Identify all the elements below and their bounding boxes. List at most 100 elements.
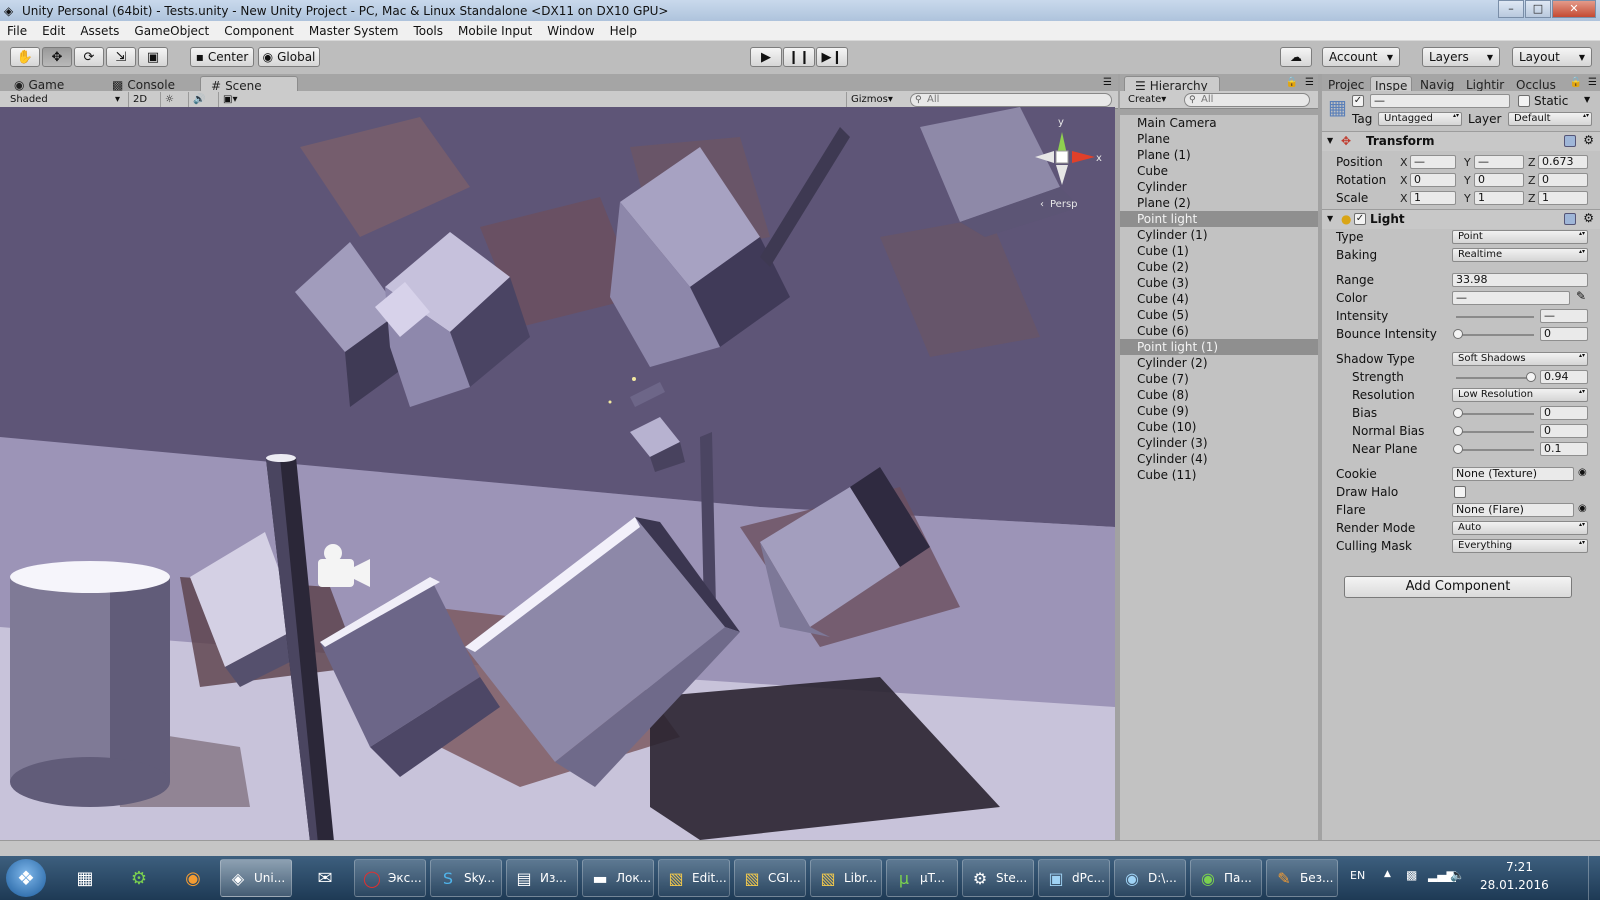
light-component-header[interactable]: ▼ ● ✓ Light ⚙ [1322, 209, 1600, 229]
hierarchy-item[interactable]: Main Camera [1120, 115, 1318, 131]
menu-assets[interactable]: Assets [73, 24, 127, 38]
volume-icon[interactable]: 🔈 [1450, 868, 1465, 882]
eyedropper-icon[interactable]: ✎ [1576, 289, 1586, 303]
near-plane-field[interactable]: 0.1 [1540, 442, 1588, 456]
scene-viewport[interactable]: y x ‹ Persp [0, 107, 1115, 840]
language-indicator[interactable]: EN [1350, 869, 1365, 882]
normal-bias-field[interactable]: 0 [1540, 424, 1588, 438]
hierarchy-item[interactable]: Cube (7) [1120, 371, 1318, 387]
hierarchy-item[interactable]: Cylinder (2) [1120, 355, 1318, 371]
taskbar-task[interactable]: µ µT... [886, 859, 958, 897]
pane-menu-icon[interactable]: ☰ [1305, 77, 1314, 88]
layers-dropdown[interactable]: Layers ▼ [1422, 47, 1500, 67]
tag-dropdown[interactable]: Untagged [1378, 112, 1462, 126]
cloud-button[interactable]: ☁ [1280, 47, 1312, 67]
position-x-field[interactable]: — [1410, 155, 1456, 169]
bounce-intensity-field[interactable]: 0 [1540, 327, 1588, 341]
rotation-x-field[interactable]: 0 [1410, 173, 1456, 187]
blender-icon[interactable]: ◉ [164, 859, 222, 897]
start-button[interactable]: ❖ [6, 859, 46, 897]
taskbar-task[interactable]: ▤ Из... [506, 859, 578, 897]
strength-field[interactable]: 0.94 [1540, 370, 1588, 384]
near-plane-slider-handle[interactable] [1453, 444, 1463, 454]
strength-slider[interactable] [1456, 377, 1534, 379]
scene-effects-dropdown[interactable]: ▣ ▾ [218, 92, 241, 107]
hierarchy-item[interactable]: Cylinder (4) [1120, 451, 1318, 467]
scale-z-field[interactable]: 1 [1538, 191, 1588, 205]
hand-tool-button[interactable]: ✋ [10, 47, 40, 67]
hierarchy-item[interactable]: Cube (6) [1120, 323, 1318, 339]
pivot-mode-toggle[interactable]: ▪ Center [190, 47, 254, 67]
layer-dropdown[interactable]: Default [1508, 112, 1592, 126]
taskbar-task[interactable]: ◉ Па... [1190, 859, 1262, 897]
strength-slider-handle[interactable] [1526, 372, 1536, 382]
lock-icon[interactable]: 🔒 [1570, 77, 1582, 88]
menu-master-system[interactable]: Master System [302, 24, 407, 38]
help-book-icon[interactable] [1564, 135, 1576, 147]
menu-mobile-input[interactable]: Mobile Input [451, 24, 540, 38]
account-dropdown[interactable]: Account ▼ [1322, 47, 1400, 67]
step-button[interactable]: ▶❙ [816, 47, 848, 67]
intensity-slider[interactable] [1456, 316, 1534, 318]
object-picker-icon[interactable]: ◉ [1578, 467, 1587, 478]
taskbar-task[interactable]: ◯ Экс... [354, 859, 426, 897]
scale-tool-button[interactable]: ⇲ [106, 47, 136, 67]
position-z-field[interactable]: 0.673 [1538, 155, 1588, 169]
gizmos-dropdown[interactable]: Gizmos ▾ [846, 92, 897, 107]
pause-button[interactable]: ❙❙ [783, 47, 815, 67]
lock-icon[interactable]: 🔒 [1286, 77, 1298, 88]
light-enabled-checkbox[interactable]: ✓ [1354, 213, 1366, 225]
color-field[interactable]: — [1452, 291, 1570, 305]
taskbar-task[interactable]: ▧ Edit... [658, 859, 730, 897]
bounce-intensity-slider-handle[interactable] [1453, 329, 1463, 339]
network-device-icon[interactable]: ▩ [1406, 868, 1417, 882]
rotation-z-field[interactable]: 0 [1538, 173, 1588, 187]
object-picker-icon[interactable]: ◉ [1578, 503, 1587, 514]
scene-lighting-toggle[interactable]: ☼ [160, 92, 178, 107]
add-component-button[interactable]: Add Component [1344, 576, 1572, 598]
culling-mask-dropdown[interactable]: Everything [1452, 539, 1588, 553]
gear-icon[interactable]: ⚙ [1583, 133, 1594, 147]
rotation-y-field[interactable]: 0 [1474, 173, 1524, 187]
scene-search-input[interactable]: ⚲ All [910, 93, 1112, 107]
menu-edit[interactable]: Edit [35, 24, 73, 38]
pane-menu-icon[interactable]: ☰ [1588, 77, 1597, 88]
rotate-tool-button[interactable]: ⟳ [74, 47, 104, 67]
resolution-dropdown[interactable]: Low Resolution [1452, 388, 1588, 402]
object-name-input[interactable]: — [1370, 94, 1510, 108]
clock-date[interactable]: 28.01.2016 [1480, 878, 1549, 892]
bias-field[interactable]: 0 [1540, 406, 1588, 420]
window-title-bar[interactable]: ◈ Unity Personal (64bit) - Tests.unity -… [0, 0, 1600, 21]
hierarchy-item[interactable]: Cube (4) [1120, 291, 1318, 307]
show-desktop-button[interactable] [1588, 856, 1600, 900]
render-mode-dropdown[interactable]: Auto [1452, 521, 1588, 535]
maximize-button[interactable]: □ [1525, 0, 1551, 18]
taskbar-task[interactable]: ◈ Uni... [220, 859, 292, 897]
hierarchy-item[interactable]: Cylinder (3) [1120, 435, 1318, 451]
bias-slider[interactable] [1456, 413, 1534, 415]
2d-toggle[interactable]: 2D [128, 92, 151, 107]
hierarchy-item[interactable]: Cube (2) [1120, 259, 1318, 275]
layout-dropdown[interactable]: Layout ▼ [1512, 47, 1592, 67]
taskbar-task[interactable]: ▣ dPc... [1038, 859, 1110, 897]
menu-component[interactable]: Component [217, 24, 302, 38]
android-icon[interactable]: ⚙ [110, 859, 168, 897]
draw-halo-checkbox[interactable] [1454, 486, 1466, 498]
baking-dropdown[interactable]: Realtime [1452, 248, 1588, 262]
help-book-icon[interactable] [1564, 213, 1576, 225]
shading-dropdown[interactable]: Shaded ▾ [6, 92, 124, 107]
taskbar-task[interactable]: ▧ Libr... [810, 859, 882, 897]
taskbar-task[interactable]: ▧ CGI... [734, 859, 806, 897]
active-checkbox[interactable]: ✓ [1352, 95, 1364, 107]
position-y-field[interactable]: — [1474, 155, 1524, 169]
minimize-button[interactable]: – [1498, 0, 1524, 18]
bounce-intensity-slider[interactable] [1456, 334, 1534, 336]
taskbar-task[interactable]: ▬ Лок... [582, 859, 654, 897]
calculator-icon[interactable]: ▦ [56, 859, 114, 897]
hierarchy-item[interactable]: Cube (3) [1120, 275, 1318, 291]
scene-audio-toggle[interactable]: 🔊 [188, 92, 209, 107]
taskbar-task[interactable]: ◉ D:\... [1114, 859, 1186, 897]
normal-bias-slider-handle[interactable] [1453, 426, 1463, 436]
intensity-field[interactable]: — [1540, 309, 1588, 323]
pivot-rotation-toggle[interactable]: ◉ Global [258, 47, 320, 67]
